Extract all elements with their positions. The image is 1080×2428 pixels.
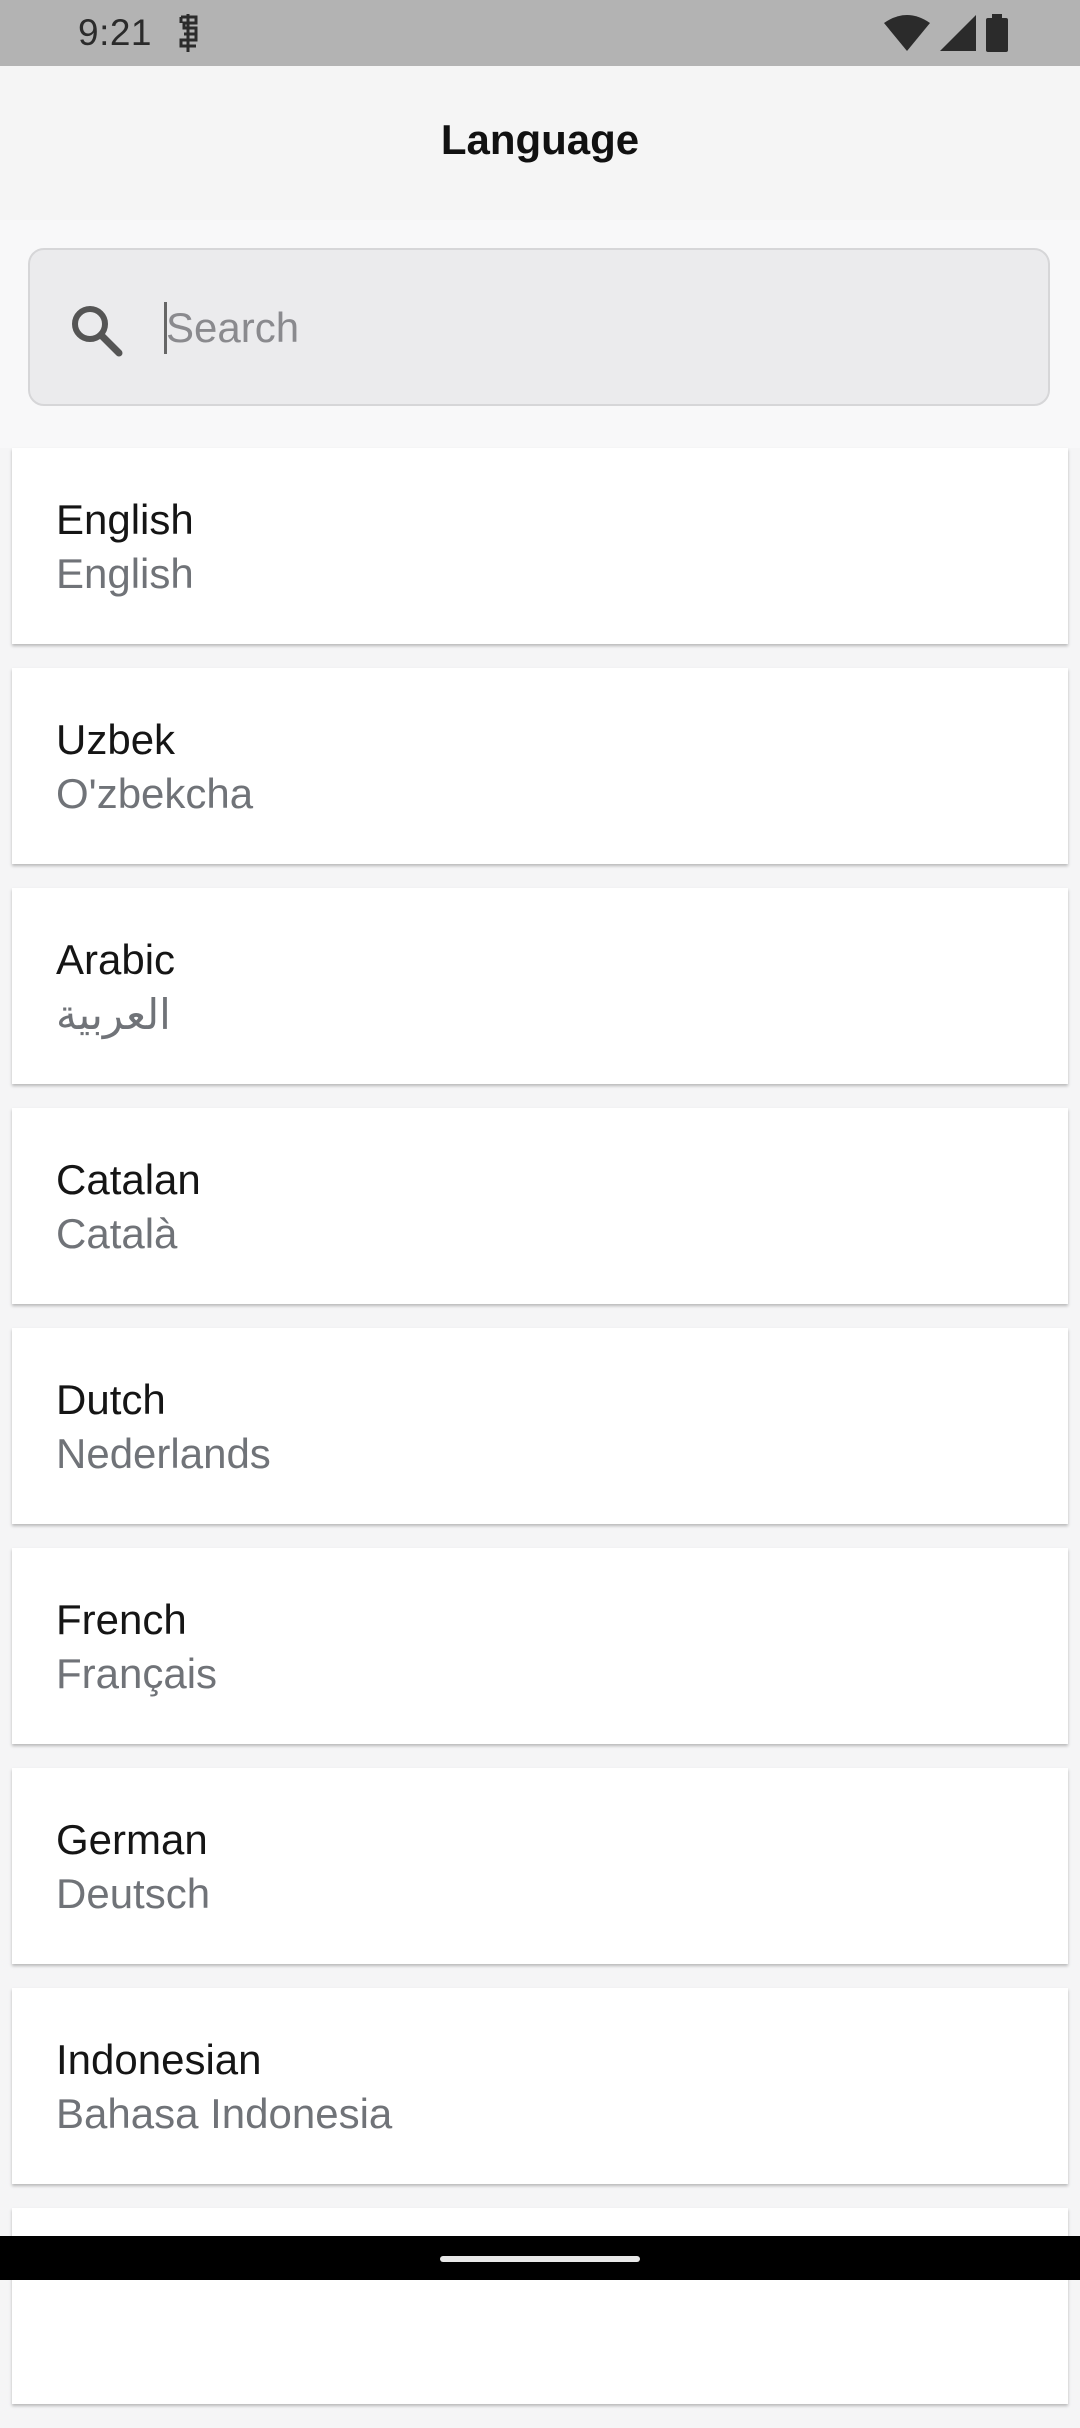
text-cursor [164, 302, 167, 354]
search-input[interactable] [158, 284, 1026, 372]
status-time: 9:21 [78, 12, 153, 53]
language-name: Indonesian [56, 2036, 262, 2083]
search-box[interactable] [28, 248, 1050, 406]
navigation-bar [0, 2236, 1080, 2280]
home-gesture-handle[interactable] [440, 2256, 640, 2262]
language-name: Dutch [56, 1376, 166, 1423]
language-native-name: English [56, 550, 194, 597]
status-icons [884, 14, 1008, 52]
battery-icon [986, 14, 1008, 52]
language-name: Uzbek [56, 716, 176, 763]
app-header: Language [0, 66, 1080, 220]
page-title: Language [440, 116, 640, 163]
language-name: Arabic [56, 936, 176, 983]
language-item-arabic[interactable]: Arabic العربية [12, 888, 1068, 1084]
language-item-dutch[interactable]: Dutch Nederlands [12, 1328, 1068, 1524]
language-native-name: O'zbekcha [56, 770, 254, 817]
language-item-english[interactable]: English English [12, 448, 1068, 644]
sim-card-icon [179, 14, 198, 52]
language-name: German [56, 1816, 208, 1863]
language-native-name: Deutsch [56, 1870, 211, 1917]
search-area [0, 220, 1080, 448]
language-native-name: Català [56, 1210, 178, 1257]
language-item-uzbek[interactable]: Uzbek O'zbekcha [12, 668, 1068, 864]
wifi-icon [884, 15, 930, 51]
language-item-french[interactable]: French Français [12, 1548, 1068, 1744]
status-bar: 9:21 [0, 0, 1080, 66]
language-native-name: العربية [56, 991, 171, 1038]
language-native-name: Français [56, 1650, 218, 1697]
language-name: French [56, 1596, 187, 1643]
language-item-catalan[interactable]: Catalan Català [12, 1108, 1068, 1304]
language-native-name: Nederlands [56, 1430, 271, 1477]
language-name: English [56, 496, 194, 543]
cellular-signal-icon [940, 15, 976, 51]
search-icon [72, 306, 123, 357]
language-name: Catalan [56, 1156, 201, 1203]
language-item-indonesian[interactable]: Indonesian Bahasa Indonesia [12, 1988, 1068, 2184]
language-item-german[interactable]: German Deutsch [12, 1768, 1068, 1964]
language-list: English English Uzbek O'zbekcha Arabic ا… [12, 448, 1068, 2428]
language-native-name: Bahasa Indonesia [56, 2090, 393, 2137]
